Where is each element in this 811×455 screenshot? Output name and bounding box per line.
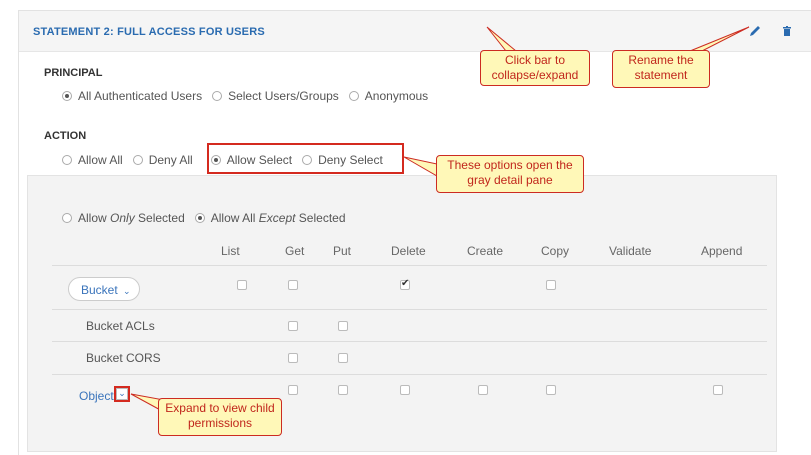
permission-checkbox[interactable] [400,278,410,290]
table-divider [52,341,767,342]
option-label: Allow All Except Selected [210,211,346,225]
permission-checkbox[interactable] [546,280,556,290]
option-label: Allow Only Selected [78,211,185,225]
expand-highlight-box [114,386,130,402]
statement-title: STATEMENT 2: FULL ACCESS FOR USERS [33,26,265,38]
option-label: Allow All [78,153,123,167]
permission-checkbox[interactable] [546,385,556,395]
radio-button[interactable] [212,91,223,101]
column-header-copy: Copy [541,244,570,258]
column-header-put: Put [333,244,352,258]
option-label: Anonymous [364,89,429,103]
column-header-delete: Delete [391,244,426,258]
option-label: Select Users/Groups [228,89,339,103]
object-row-toggle[interactable]: Object [79,389,114,403]
permission-checkbox[interactable] [288,280,298,290]
callout-collapse-expand: Click bar to collapse/expand [480,50,590,86]
permission-checkbox[interactable] [478,385,488,395]
column-header-get: Get [285,244,305,258]
table-divider [52,374,767,375]
permission-checkbox[interactable] [338,321,348,331]
column-header-append: Append [701,244,743,258]
row-label-bucket-cors: Bucket CORS [86,351,161,365]
option-label: Deny All [148,153,193,167]
column-header-list: List [221,244,240,258]
mode-option-allow-only-selected[interactable]: Allow Only Selected [62,211,185,225]
row-label-bucket-acls: Bucket ACLs [86,319,155,333]
permission-checkbox[interactable] [400,385,410,395]
callout-expand-child-permissions: Expand to view child permissions [158,398,282,436]
radio-button[interactable] [62,155,72,165]
radio-button[interactable] [132,155,143,165]
principal-radio-group: All Authenticated Users Select Users/Gro… [62,89,438,103]
callout-rename-statement: Rename the statement [612,50,710,88]
action-highlight-box [207,143,404,174]
option-label: All Authenticated Users [78,89,203,103]
principal-option-anonymous[interactable]: Anonymous [348,89,429,103]
action-label: ACTION [44,130,87,142]
statement-header-bar[interactable]: STATEMENT 2: FULL ACCESS FOR USERS [19,11,811,52]
permission-checkbox[interactable] [288,353,298,363]
permission-checkbox[interactable] [288,385,298,395]
detail-mode-radio-group: Allow Only Selected Allow All Except Sel… [62,211,356,225]
radio-button[interactable] [62,213,72,223]
permission-checkbox[interactable] [338,353,348,363]
bucket-label: Bucket [81,283,118,297]
mode-option-allow-all-except-selected[interactable]: Allow All Except Selected [194,211,346,225]
bucket-dropdown[interactable]: Bucket ⌄ [68,277,140,301]
pencil-icon[interactable] [747,23,763,39]
column-header-validate: Validate [609,244,652,258]
principal-label: PRINCIPAL [44,67,103,79]
action-option-allow-all[interactable]: Allow All [62,153,123,167]
chevron-down-icon: ⌄ [123,286,131,296]
permission-checkbox[interactable] [237,280,247,290]
permission-checkbox[interactable] [338,385,348,395]
callout-options-open-pane: These options open the gray detail pane [436,155,584,193]
action-option-deny-all[interactable]: Deny All [132,153,193,167]
trash-icon[interactable] [779,23,795,39]
radio-button[interactable] [348,91,359,101]
radio-button[interactable] [62,91,72,101]
table-divider [52,309,767,310]
permission-checkbox[interactable] [288,321,298,331]
column-header-create: Create [467,244,504,258]
principal-option-authenticated[interactable]: All Authenticated Users [62,89,202,103]
table-divider [52,265,767,266]
permission-checkbox[interactable] [713,385,723,395]
principal-option-select-users[interactable]: Select Users/Groups [212,89,339,103]
radio-button[interactable] [194,213,205,223]
